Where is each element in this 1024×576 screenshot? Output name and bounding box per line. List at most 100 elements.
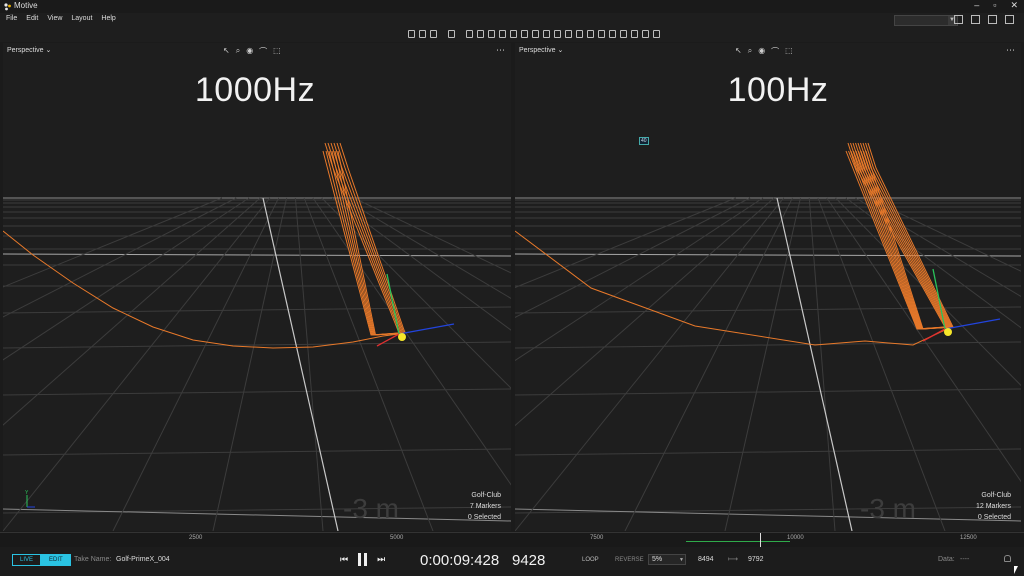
zoom-tool-icon[interactable]: ⌕: [748, 46, 752, 57]
asset-info: Golf-Club 7 Markers 0 Selected: [468, 490, 501, 523]
reconstruct-icon[interactable]: [576, 30, 583, 38]
close-button[interactable]: ✕: [1010, 0, 1018, 11]
menu-bar: File Edit View Layout Help ▼: [0, 13, 1024, 28]
tools-icon[interactable]: [565, 30, 572, 38]
grid-line: [515, 197, 736, 289]
more-options-icon[interactable]: ⋯: [1006, 45, 1015, 56]
grid-line: [3, 197, 250, 361]
layout-create-icon[interactable]: [971, 15, 980, 24]
menu-help[interactable]: Help: [101, 15, 115, 22]
visibility-icon[interactable]: ◉: [246, 46, 253, 57]
menu-view[interactable]: View: [47, 15, 62, 22]
status-icon[interactable]: [642, 30, 649, 38]
edit-mode-button[interactable]: EDIT: [41, 554, 71, 566]
orbit-icon[interactable]: ⌒: [771, 46, 779, 57]
grid-line: [212, 197, 288, 531]
camera-icon[interactable]: [477, 30, 484, 38]
zoom-tool-icon[interactable]: ⌕: [236, 46, 240, 57]
motive-logo-icon: [4, 3, 11, 11]
stream-icon[interactable]: [609, 30, 616, 38]
previous-frame-icon[interactable]: ⏮: [340, 554, 348, 565]
layout-edit-icon[interactable]: [1005, 15, 1014, 24]
grid-line: [835, 197, 1021, 387]
asset-name: Golf-Club: [471, 492, 501, 499]
info-icon[interactable]: [543, 30, 550, 38]
menu-layout[interactable]: Layout: [71, 15, 92, 22]
playback-speed-select[interactable]: 5% ▼: [648, 554, 686, 565]
select-tool-icon[interactable]: ↖: [735, 46, 742, 57]
save-all-icon[interactable]: [430, 30, 437, 38]
scene-canvas[interactable]: -3 m: [515, 43, 1021, 531]
title-bar: Motive – ▫ ✕: [0, 0, 1024, 13]
viewport-title: 1000Hz: [194, 71, 316, 109]
orbit-icon[interactable]: ⌒: [259, 46, 267, 57]
viewport-right[interactable]: -3 m Perspective ⌄ ↖ ⌕ ◉ ⌒ ⬚ ⋯ 100Hz 40 …: [515, 43, 1021, 531]
select-tool-icon[interactable]: ↖: [223, 46, 230, 57]
restore-button[interactable]: ▫: [993, 0, 996, 11]
minimize-button[interactable]: –: [974, 0, 979, 11]
viewport-icon[interactable]: [466, 30, 473, 38]
timeline-playhead[interactable]: [760, 533, 761, 547]
box-select-icon[interactable]: ⬚: [785, 46, 793, 57]
grid-line: [294, 197, 324, 531]
grid-line-major: [515, 508, 1021, 522]
notification-bell-icon[interactable]: [1004, 555, 1011, 562]
viewport-left[interactable]: -3 m Y Perspective ⌄ ↖ ⌕ ◉ ⌒ ⬚ ⋯ 1000Hz …: [3, 43, 511, 531]
grid-line-major: [3, 508, 511, 522]
box-select-icon[interactable]: ⬚: [273, 46, 281, 57]
selected-count: 0 Selected: [977, 514, 1011, 521]
timeline-bar[interactable]: 2500 5000 7500 10000 12500: [0, 532, 1024, 547]
visibility-icon[interactable]: ◉: [758, 46, 765, 57]
view-dropdown[interactable]: Perspective ⌄: [519, 46, 563, 54]
next-frame-icon[interactable]: ⏭: [377, 554, 385, 565]
range-start-frame[interactable]: 8494: [698, 556, 714, 563]
grid-line: [515, 197, 751, 319]
probe-icon[interactable]: [587, 30, 594, 38]
grid-line: [3, 197, 271, 531]
grid-line: [855, 197, 1021, 298]
live-mode-button[interactable]: LIVE: [12, 554, 42, 566]
graph-icon[interactable]: [554, 30, 561, 38]
frame-display: 9428: [512, 552, 546, 569]
menu-edit[interactable]: Edit: [26, 15, 38, 22]
measure-icon[interactable]: [631, 30, 638, 38]
layout-calibrate-icon[interactable]: [954, 15, 963, 24]
pause-button[interactable]: [358, 553, 368, 566]
reverse-toggle[interactable]: REVERSE: [615, 557, 644, 563]
open-icon[interactable]: [408, 30, 415, 38]
range-end-frame[interactable]: 9792: [748, 556, 764, 563]
marker-dot: [944, 328, 952, 336]
wand-icon[interactable]: [488, 30, 495, 38]
menu-file[interactable]: File: [6, 15, 17, 22]
grid-line: [3, 197, 237, 318]
edit-tools-icon[interactable]: [598, 30, 605, 38]
properties-icon[interactable]: [532, 30, 539, 38]
viewport-title: 100Hz: [727, 71, 829, 109]
timeline-tick: 12500: [960, 535, 977, 541]
sync-icon[interactable]: [620, 30, 627, 38]
settings-icon[interactable]: [448, 30, 455, 38]
loop-toggle[interactable]: LOOP: [582, 557, 599, 563]
toolbar-separator: [459, 30, 462, 38]
grid-line: [3, 197, 222, 288]
devices-icon[interactable]: [510, 30, 517, 38]
grid-line: [3, 448, 511, 456]
database-icon[interactable]: [499, 30, 506, 38]
take-name-value[interactable]: Golf-PrimeX_004: [116, 556, 170, 563]
layout-capture-icon[interactable]: [988, 15, 997, 24]
window-title: Motive: [14, 1, 38, 10]
marker-count: 12 Markers: [975, 503, 1011, 510]
assets-icon[interactable]: [521, 30, 528, 38]
grid-line-major: [515, 253, 1021, 257]
scene-canvas[interactable]: -3 m Y: [3, 43, 511, 531]
grid-line: [845, 197, 1021, 329]
more-options-icon[interactable]: ⋯: [496, 45, 505, 56]
layout-dropdown[interactable]: ▼: [894, 15, 958, 26]
marker-label-badge[interactable]: 40: [639, 137, 649, 145]
view-dropdown[interactable]: Perspective ⌄: [7, 46, 51, 54]
log-icon[interactable]: [653, 30, 660, 38]
timeline-working-range[interactable]: [686, 541, 790, 542]
grid-line: [515, 506, 1021, 514]
data-rate-value: ----: [960, 556, 970, 563]
save-icon[interactable]: [419, 30, 426, 38]
